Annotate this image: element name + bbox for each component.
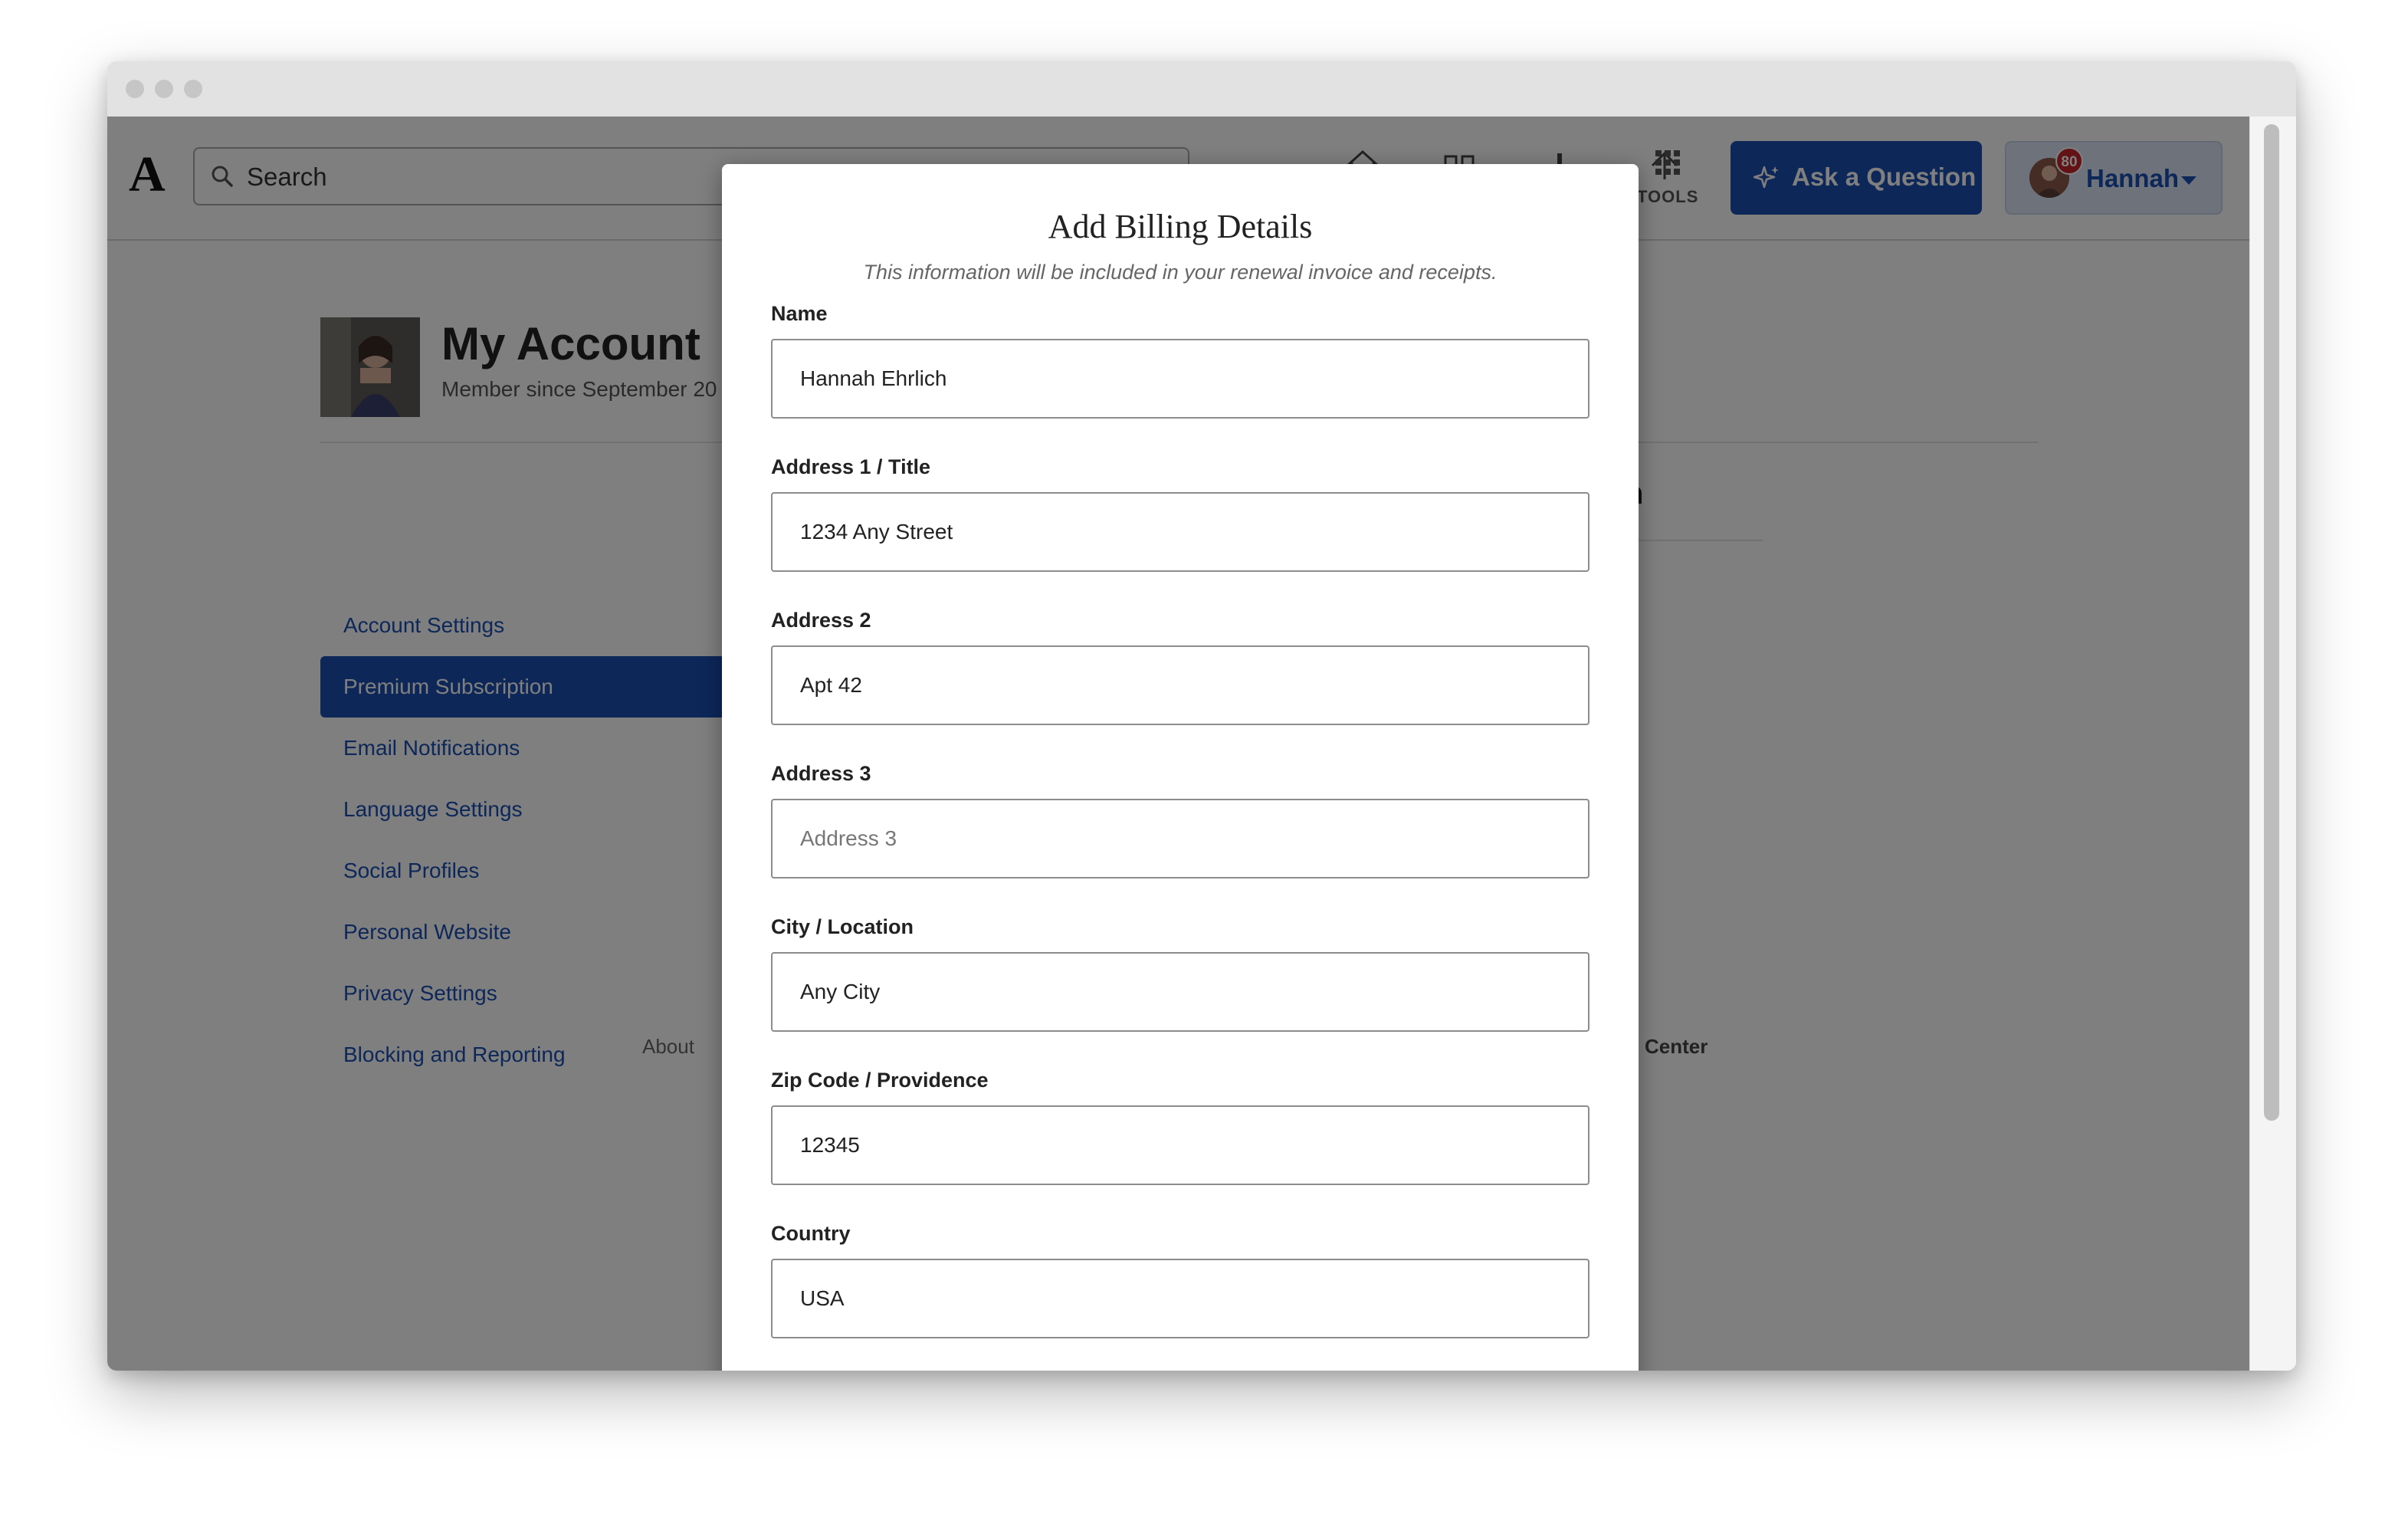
minimize-window-button[interactable] bbox=[155, 80, 173, 98]
modal-subtitle: This information will be included in you… bbox=[863, 261, 1498, 284]
address2-field[interactable] bbox=[771, 645, 1589, 725]
address2-label: Address 2 bbox=[771, 609, 871, 632]
modal-title: Add Billing Details bbox=[1048, 208, 1313, 245]
name-field[interactable] bbox=[771, 339, 1589, 419]
address1-field[interactable] bbox=[771, 492, 1589, 572]
billing-details-modal: Add Billing Details This information wil… bbox=[722, 164, 1639, 1371]
scrollbar-thumb[interactable] bbox=[2264, 124, 2279, 1121]
close-window-button[interactable] bbox=[126, 80, 144, 98]
maximize-window-button[interactable] bbox=[184, 80, 202, 98]
zip-code-label: Zip Code / Providence bbox=[771, 1069, 989, 1092]
address3-field[interactable] bbox=[771, 799, 1589, 878]
address1-label: Address 1 / Title bbox=[771, 455, 931, 478]
name-label: Name bbox=[771, 302, 828, 325]
zip-code-field[interactable] bbox=[771, 1105, 1589, 1185]
city-field[interactable] bbox=[771, 952, 1589, 1032]
browser-window: A Search bbox=[107, 61, 2296, 1371]
address3-label: Address 3 bbox=[771, 762, 871, 785]
window-titlebar bbox=[107, 61, 2296, 117]
city-label: City / Location bbox=[771, 915, 914, 938]
country-field[interactable] bbox=[771, 1259, 1589, 1338]
page-viewport: A Search bbox=[107, 117, 2250, 1371]
page-scrollbar[interactable] bbox=[2249, 117, 2296, 1371]
country-label: Country bbox=[771, 1222, 851, 1245]
